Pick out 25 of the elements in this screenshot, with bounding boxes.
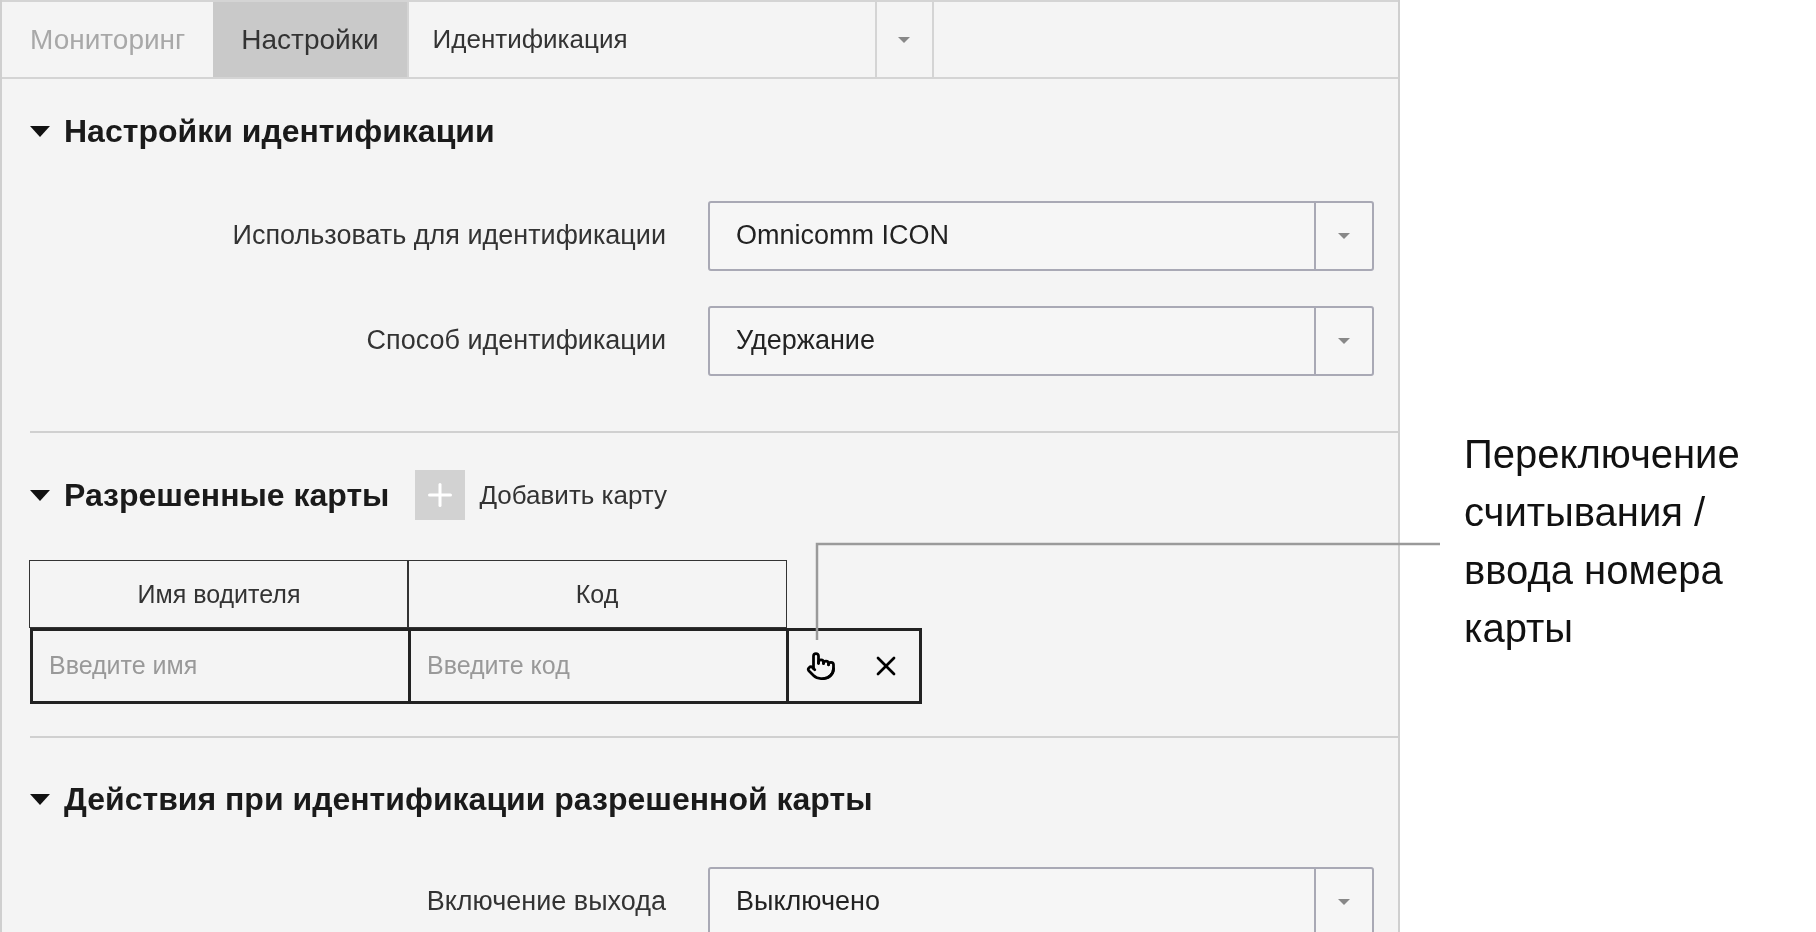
- field-label: Включение выхода: [425, 886, 667, 917]
- column-header: Код: [407, 560, 787, 629]
- dropdown-select[interactable]: Omnicomm ICON: [708, 200, 1374, 271]
- callout-text: Переключение считывания / ввода номера карты: [1464, 431, 1741, 652]
- caret-icon: [1338, 898, 1350, 905]
- section-title: Разрешенные карты: [64, 476, 390, 514]
- dropdown-tab[interactable]: Идентификация: [406, 2, 934, 77]
- tab[interactable]: Настройки: [213, 2, 407, 77]
- hand-pointer-icon[interactable]: [806, 650, 836, 681]
- field-label: Использовать для идентификации: [231, 220, 667, 251]
- collapse-triangle-icon[interactable]: [30, 125, 50, 137]
- collapse-triangle-icon[interactable]: [30, 794, 50, 805]
- code-input[interactable]: Введите код: [408, 627, 789, 704]
- section-title: Настройки идентификации: [64, 112, 495, 150]
- name-input[interactable]: Введите имя: [30, 627, 411, 704]
- section-title: Действия при идентификации разрешенной карты: [64, 781, 873, 818]
- caret-icon: [1338, 337, 1350, 344]
- dropdown-select[interactable]: Удержание: [708, 305, 1374, 376]
- dropdown-select[interactable]: Выключено: [708, 866, 1374, 932]
- caret-icon: [1338, 232, 1350, 239]
- column-header: Имя водителя: [29, 560, 409, 629]
- caret-icon: [898, 36, 911, 43]
- field-label: Способ идентификации: [365, 325, 667, 356]
- collapse-triangle-icon[interactable]: [30, 489, 50, 501]
- add-card-link[interactable]: Добавить карту: [479, 479, 668, 511]
